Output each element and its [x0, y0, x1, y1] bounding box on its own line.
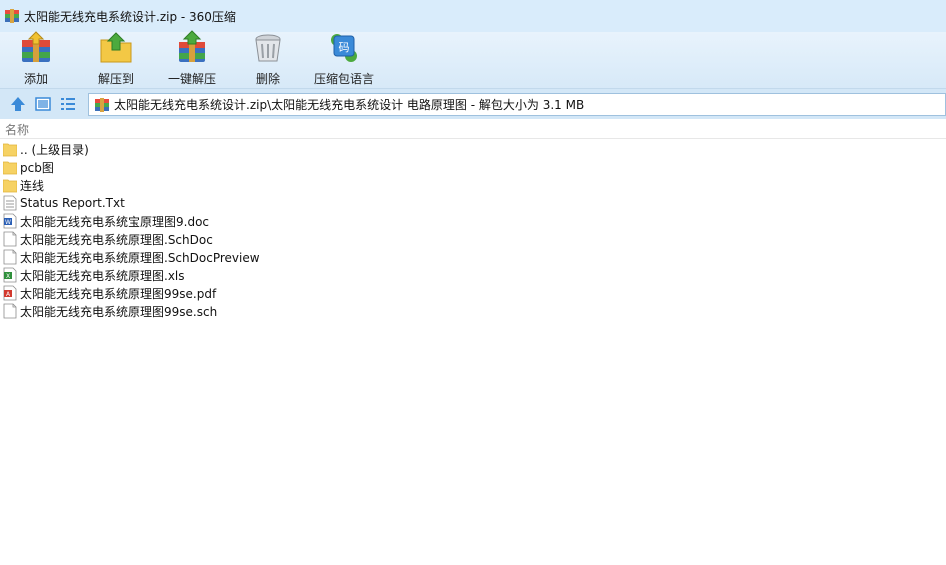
archive-icon — [5, 9, 19, 23]
folder-icon — [3, 179, 17, 193]
toolbar: 添加 解压到 一键解压 删除 码 压缩包语言 — [0, 30, 946, 88]
archive-language-label: 压缩包语言 — [313, 72, 374, 86]
extract-to-label: 解压到 — [97, 72, 134, 86]
text-file-icon — [3, 195, 17, 211]
address-field[interactable]: 太阳能无线充电系统设计.zip\太阳能无线充电系统设计 电路原理图 - 解包大小… — [88, 93, 946, 116]
delete-icon — [255, 34, 281, 62]
up-arrow-icon[interactable] — [9, 95, 27, 113]
window-title: 太阳能无线充电系统设计.zip - 360压缩 — [24, 9, 236, 24]
folder-icon — [3, 161, 17, 175]
list-item[interactable]: 太阳能无线充电系统原理图.SchDoc — [0, 230, 946, 248]
list-item[interactable]: 连线 — [0, 176, 946, 194]
file-icon — [3, 231, 17, 247]
one-click-extract-button[interactable]: 一键解压 — [156, 30, 228, 88]
list-item[interactable]: X 太阳能无线充电系统原理图.xls — [0, 266, 946, 284]
list-item[interactable]: A 太阳能无线充电系统原理图99se.pdf — [0, 284, 946, 302]
list-item[interactable]: Status Report.Txt — [0, 194, 946, 212]
item-name: 太阳能无线充电系统原理图.xls — [20, 268, 185, 283]
excel-icon: X — [3, 267, 17, 283]
svg-text:X: X — [6, 273, 10, 280]
thumbnail-view-icon[interactable] — [34, 95, 52, 113]
item-name: 太阳能无线充电系统原理图99se.sch — [20, 304, 218, 319]
extract-to-icon — [100, 32, 132, 63]
extract-to-button[interactable]: 解压到 — [80, 32, 152, 88]
column-name-header[interactable]: 名称 — [5, 121, 29, 138]
list-item[interactable]: W 太阳能无线充电系统宝原理图9.doc — [0, 212, 946, 230]
archive-small-icon — [95, 97, 109, 112]
pdf-icon: A — [3, 285, 17, 301]
title-bar: 太阳能无线充电系统设计.zip - 360压缩 — [0, 0, 946, 32]
item-name: Status Report.Txt — [20, 196, 125, 210]
add-button[interactable]: 添加 — [0, 31, 72, 88]
list-item[interactable]: pcb图 — [0, 158, 946, 176]
svg-text:码: 码 — [339, 41, 350, 54]
list-view-icon[interactable] — [59, 95, 77, 113]
app-window: 太阳能无线充电系统设计.zip - 360压缩 添加 解压到 一键解压 删除 码… — [0, 0, 946, 565]
file-list: .. (上级目录) pcb图 连线 Status Report.Txt W 太阳… — [0, 140, 946, 565]
one-click-extract-icon — [179, 30, 205, 62]
delete-button[interactable]: 删除 — [232, 32, 304, 88]
delete-label: 删除 — [255, 72, 280, 86]
archive-language-button[interactable]: 码 压缩包语言 — [308, 32, 380, 88]
list-item-parent[interactable]: .. (上级目录) — [0, 140, 946, 158]
file-icon — [3, 249, 17, 265]
file-icon — [3, 303, 17, 319]
word-doc-icon: W — [3, 213, 17, 229]
list-item[interactable]: 太阳能无线充电系统原理图.SchDocPreview — [0, 248, 946, 266]
one-click-extract-label: 一键解压 — [167, 72, 216, 86]
list-item[interactable]: 太阳能无线充电系统原理图99se.sch — [0, 302, 946, 320]
item-name: 连线 — [20, 178, 45, 193]
item-name: 太阳能无线充电系统宝原理图9.doc — [20, 214, 210, 229]
column-header: 名称 — [0, 119, 946, 139]
folder-icon — [3, 143, 17, 157]
item-name: 太阳能无线充电系统原理图99se.pdf — [20, 286, 217, 301]
item-name: 太阳能无线充电系统原理图.SchDocPreview — [20, 250, 260, 265]
address-bar: 太阳能无线充电系统设计.zip\太阳能无线充电系统设计 电路原理图 - 解包大小… — [0, 88, 946, 119]
item-name: 太阳能无线充电系统原理图.SchDoc — [20, 232, 213, 247]
archive-language-icon: 码 — [331, 34, 357, 62]
item-name: .. (上级目录) — [20, 142, 89, 157]
address-path: 太阳能无线充电系统设计.zip\太阳能无线充电系统设计 电路原理图 - 解包大小… — [114, 98, 585, 112]
add-label: 添加 — [23, 72, 48, 86]
item-name: pcb图 — [20, 160, 54, 175]
svg-text:W: W — [5, 219, 11, 226]
add-archive-icon — [22, 31, 50, 62]
